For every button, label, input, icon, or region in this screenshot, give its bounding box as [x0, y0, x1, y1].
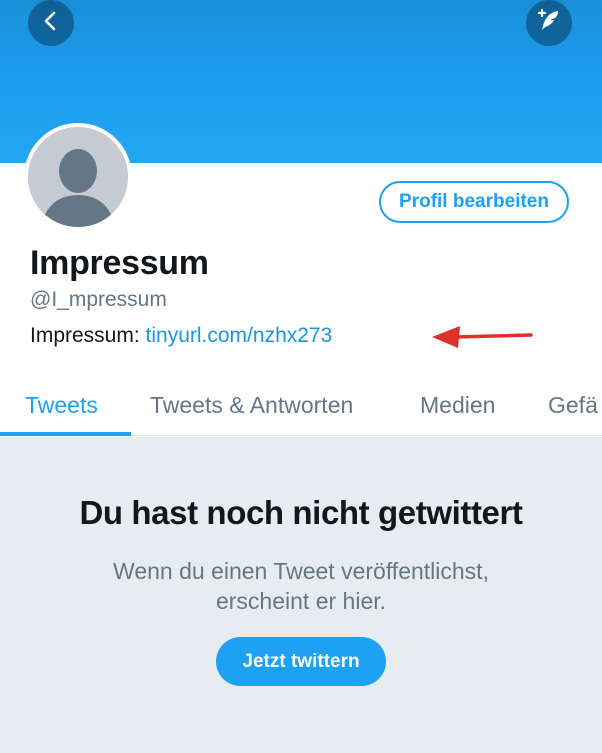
- back-button[interactable]: [28, 0, 74, 46]
- tweet-now-button[interactable]: Jetzt twittern: [216, 637, 386, 686]
- empty-state-text: Wenn du einen Tweet veröffentlichst, ers…: [0, 556, 602, 616]
- feather-plus-icon: [534, 6, 564, 41]
- bio-prefix: Impressum:: [30, 324, 146, 347]
- default-avatar-icon: [28, 127, 128, 227]
- empty-state-text-line-2: erscheint er hier.: [215, 588, 387, 614]
- tab-tweets-and-replies[interactable]: Tweets & Antworten: [150, 392, 353, 419]
- avatar[interactable]: [24, 123, 132, 231]
- bio-link[interactable]: tinyurl.com/nzhx273: [146, 324, 333, 347]
- profile-tabs: Tweets Tweets & Antworten Medien Gefä: [0, 380, 602, 436]
- tab-tweets[interactable]: Tweets: [25, 392, 98, 419]
- profile-bio: Impressum: tinyurl.com/nzhx273: [30, 324, 332, 348]
- tab-likes[interactable]: Gefä: [548, 392, 598, 419]
- chevron-left-icon: [40, 10, 62, 37]
- red-arrow-left-icon: [432, 322, 534, 357]
- user-handle: @I_mpressum: [30, 288, 167, 311]
- edit-profile-button[interactable]: Profil bearbeiten: [379, 181, 569, 223]
- tab-media[interactable]: Medien: [420, 392, 495, 419]
- compose-tweet-button[interactable]: [526, 0, 572, 46]
- display-name: Impressum: [30, 244, 209, 282]
- active-tab-indicator: [0, 432, 131, 436]
- empty-state-text-line-1: Wenn du einen Tweet veröffentlichst,: [113, 558, 489, 584]
- empty-state-title: Du hast noch nicht getwittert: [79, 494, 523, 531]
